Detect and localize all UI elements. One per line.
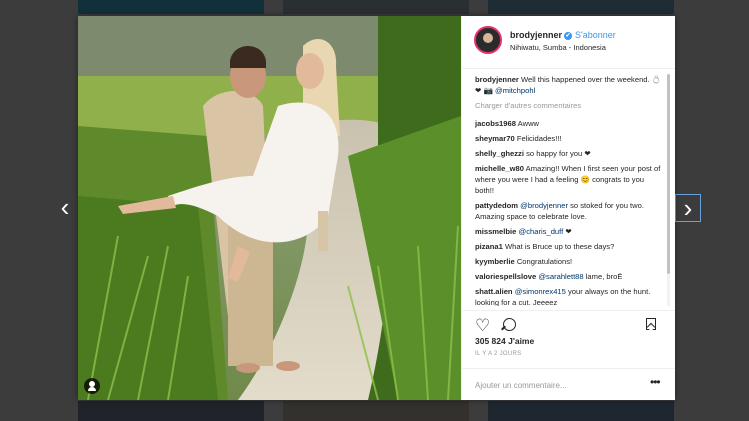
caption-mention[interactable]: @mitchpohl (495, 86, 535, 95)
comment-mention[interactable]: @simonrex415 (515, 287, 566, 296)
comment-username[interactable]: sheymar70 (475, 134, 515, 143)
comments-scrollbar[interactable] (667, 74, 670, 306)
post-photo[interactable] (78, 16, 461, 400)
bookmark-icon[interactable] (646, 318, 656, 330)
header-user-line: brodyjenner ✔ S'abonner (510, 30, 616, 40)
background-thumbnail (488, 401, 674, 421)
background-thumbnail (488, 0, 674, 14)
comment-row: kyymberlie Congratulations! (475, 256, 665, 267)
comment-row: shatt.alien @simonrex415 your always on … (475, 286, 665, 306)
avatar[interactable] (474, 26, 502, 54)
post-location[interactable]: Nihiwatu, Sumba - Indonesia (510, 43, 606, 52)
comment-username[interactable]: shelly_ghezzi (475, 149, 524, 158)
add-comment-input[interactable] (475, 378, 635, 392)
caption: brodyjenner Well this happened over the … (475, 74, 665, 96)
post-username[interactable]: brodyjenner (510, 30, 562, 40)
comment-username[interactable]: kyymberlie (475, 257, 515, 266)
comment-container: jacobs1968 Awww sheymar70 Felicidades!!! s… (475, 118, 665, 306)
background-thumbnail (78, 0, 264, 14)
comment-bubble-icon[interactable] (503, 318, 516, 331)
comment-username[interactable]: valoriespellslove (475, 272, 536, 281)
background-thumbnail (78, 401, 264, 421)
comment-mention[interactable]: @sarahlett88 (538, 272, 583, 281)
follow-button[interactable]: S'abonner (575, 30, 616, 40)
comment-row: missmelbie @charis_duff ❤ (475, 226, 665, 237)
comment-row: pizana1 What is Bruce up to these days? (475, 241, 665, 252)
comment-text: Congratulations! (516, 257, 573, 266)
background-thumbnail (283, 401, 469, 421)
comment-username[interactable]: shatt.alien (475, 287, 513, 296)
comment-row: jacobs1968 Awww (475, 118, 665, 129)
comment-row: shelly_ghezzi so happy for you ❤ (475, 148, 665, 159)
comment-mention[interactable]: @brodyjenner (520, 201, 568, 210)
post-timestamp[interactable]: IL Y A 2 JOURS (475, 351, 521, 357)
post-sidebar: brodyjenner ✔ S'abonner Nihiwatu, Sumba - … (461, 16, 675, 400)
likes-count[interactable]: 305 824 J'aime (475, 336, 534, 346)
comment-username[interactable]: missmelbie (475, 227, 516, 236)
action-bar: ♡ (462, 310, 675, 334)
comment-username[interactable]: pattydedom (475, 201, 518, 210)
comment-username[interactable]: pizana1 (475, 242, 503, 251)
comment-text: ❤ (563, 227, 572, 236)
more-options-icon[interactable]: ••• (650, 375, 661, 389)
comment-mention[interactable]: @charis_duff (519, 227, 564, 236)
comment-row: pattydedom @brodyjenner so stoked for yo… (475, 200, 665, 222)
scrollbar-thumb[interactable] (667, 74, 670, 274)
add-comment-bar: ••• (462, 368, 675, 401)
previous-post-arrow[interactable]: ‹ (52, 194, 78, 222)
wedding-photo-illustration (78, 16, 461, 400)
tagged-users-icon[interactable] (84, 378, 100, 394)
caption-username[interactable]: brodyjenner (475, 75, 519, 84)
comment-row: valoriespellslove @sarahlett88 lame, bro… (475, 271, 665, 282)
background-thumbnail (283, 0, 469, 14)
comment-text: Awww (517, 119, 540, 128)
like-heart-icon[interactable]: ♡ (475, 317, 490, 334)
next-post-arrow[interactable]: › (675, 194, 701, 222)
comment-row: michelle_w80 Amazing!! When I first seen… (475, 163, 665, 196)
post-modal: brodyjenner ✔ S'abonner Nihiwatu, Sumba - … (78, 16, 675, 400)
comment-username[interactable]: michelle_w80 (475, 164, 524, 173)
comment-row: sheymar70 Felicidades!!! (475, 133, 665, 144)
comments-list[interactable]: brodyjenner Well this happened over the … (475, 74, 665, 306)
verified-badge-icon: ✔ (564, 31, 573, 40)
comment-text: lame, broЁ (583, 272, 623, 281)
post-header: brodyjenner ✔ S'abonner Nihiwatu, Sumba - … (462, 16, 675, 69)
load-more-comments-link[interactable]: Charger d'autres commentaires (475, 100, 665, 111)
comment-username[interactable]: jacobs1968 (475, 119, 516, 128)
comment-text: Felicidades!!! (516, 134, 562, 143)
comment-text: so happy for you ❤ (526, 149, 591, 158)
comment-text: What is Bruce up to these days? (504, 242, 615, 251)
